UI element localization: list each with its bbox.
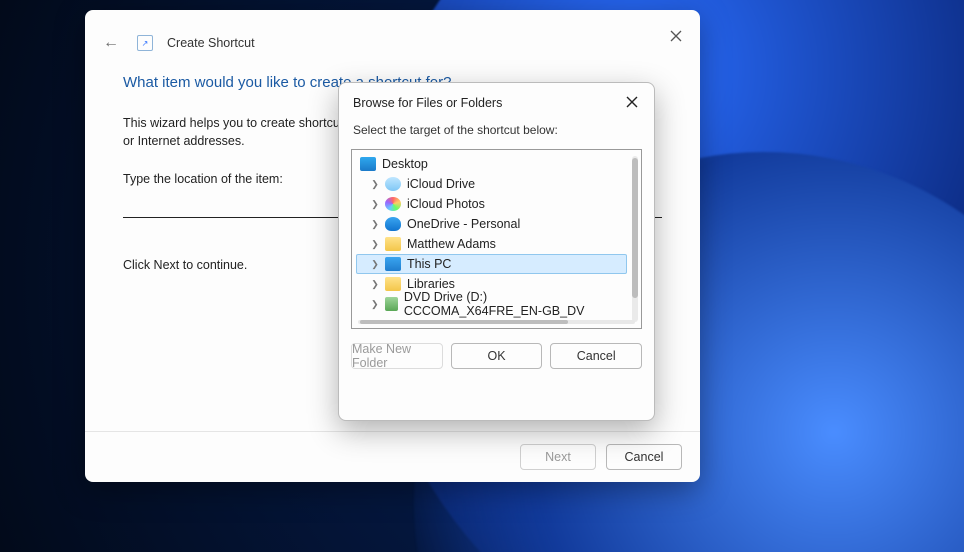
browse-title: Browse for Files or Folders bbox=[353, 96, 502, 110]
tree-item-label: Libraries bbox=[407, 277, 455, 291]
tree-item-label: This PC bbox=[407, 257, 451, 271]
desktop-icon bbox=[360, 157, 376, 171]
tree-item-label: OneDrive - Personal bbox=[407, 217, 520, 231]
cancel-button[interactable]: Cancel bbox=[606, 444, 682, 470]
browse-cancel-button[interactable]: Cancel bbox=[550, 343, 642, 369]
ok-button[interactable]: OK bbox=[451, 343, 543, 369]
folder-icon bbox=[385, 277, 401, 291]
chevron-right-icon[interactable]: ❯ bbox=[371, 280, 379, 288]
browse-close-button[interactable] bbox=[624, 95, 640, 111]
chevron-right-icon[interactable]: ❯ bbox=[371, 300, 379, 308]
tree-horizontal-scrollbar[interactable] bbox=[358, 320, 635, 324]
make-new-folder-button[interactable]: Make New Folder bbox=[351, 343, 443, 369]
tree-item[interactable]: ❯ OneDrive - Personal bbox=[356, 214, 627, 234]
browse-instructions: Select the target of the shortcut below: bbox=[339, 117, 654, 149]
close-icon bbox=[670, 30, 682, 42]
folder-tree-inner: Desktop ❯ iCloud Drive ❯ iCloud Photos ❯ OneD… bbox=[352, 150, 641, 318]
photos-icon bbox=[385, 197, 401, 211]
tree-item[interactable]: ❯ This PC bbox=[356, 254, 627, 274]
browse-dialog: Browse for Files or Folders Select the t… bbox=[338, 82, 655, 421]
wizard-footer: Next Cancel bbox=[85, 431, 700, 482]
tree-item[interactable]: ❯ Matthew Adams bbox=[356, 234, 627, 254]
tree-item-label: DVD Drive (D:) CCCOMA_X64FRE_EN-GB_DV bbox=[404, 290, 626, 318]
chevron-right-icon[interactable]: ❯ bbox=[371, 180, 379, 188]
back-arrow-icon[interactable]: ← bbox=[99, 34, 123, 52]
tree-item[interactable]: ❯DVD Drive (D:) CCCOMA_X64FRE_EN-GB_DV bbox=[356, 294, 627, 314]
wizard-header: ← ↗ Create Shortcut bbox=[85, 10, 700, 52]
close-icon bbox=[626, 96, 638, 108]
next-button[interactable]: Next bbox=[520, 444, 596, 470]
shortcut-icon: ↗ bbox=[137, 35, 153, 51]
chevron-right-icon[interactable]: ❯ bbox=[371, 220, 379, 228]
tree-item-label: iCloud Drive bbox=[407, 177, 475, 191]
tree-vertical-scrollbar[interactable] bbox=[632, 156, 638, 322]
tree-item-label: iCloud Photos bbox=[407, 197, 485, 211]
tree-item[interactable]: ❯ iCloud Drive bbox=[356, 174, 627, 194]
chevron-right-icon[interactable]: ❯ bbox=[371, 240, 379, 248]
chevron-right-icon[interactable]: ❯ bbox=[371, 200, 379, 208]
browse-footer: Make New Folder OK Cancel bbox=[339, 343, 654, 381]
onedrive-icon bbox=[385, 217, 401, 231]
pc-icon bbox=[385, 257, 401, 271]
tree-item-label: Desktop bbox=[382, 157, 428, 171]
wizard-title: Create Shortcut bbox=[167, 36, 255, 50]
folder-icon bbox=[385, 237, 401, 251]
tree-root-desktop[interactable]: Desktop bbox=[356, 154, 627, 174]
browse-header: Browse for Files or Folders bbox=[339, 83, 654, 117]
tree-item[interactable]: ❯ iCloud Photos bbox=[356, 194, 627, 214]
icloud-icon bbox=[385, 177, 401, 191]
chevron-right-icon[interactable]: ❯ bbox=[371, 260, 379, 268]
folder-tree: Desktop ❯ iCloud Drive ❯ iCloud Photos ❯ OneD… bbox=[351, 149, 642, 329]
tree-item-label: Matthew Adams bbox=[407, 237, 496, 251]
wizard-close-button[interactable] bbox=[664, 24, 688, 48]
dvd-icon bbox=[385, 297, 398, 311]
